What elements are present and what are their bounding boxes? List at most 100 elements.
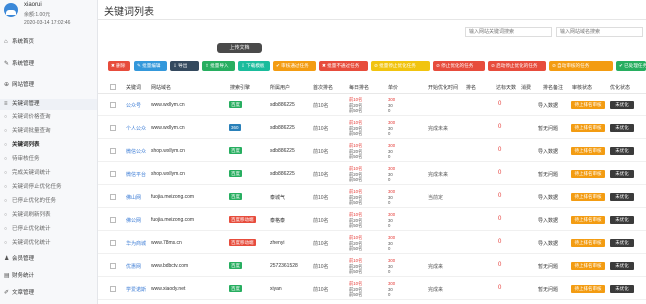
rank-tier: 前10名 — [349, 212, 363, 217]
price-cell: 300 30 0 — [388, 189, 395, 206]
first-rank-cell: 前10名 — [313, 172, 329, 178]
toolbar-button[interactable]: ⊘ 批量停止优化任务 — [371, 61, 430, 71]
circle-icon: ○ — [4, 114, 8, 120]
row-checkbox[interactable] — [110, 148, 116, 154]
column-header[interactable]: 每日排名 — [349, 84, 369, 91]
sidebar-item[interactable]: ▤ 财务统计 — [0, 271, 97, 282]
toolbar-button[interactable]: ✖ 批量不通过任务 — [319, 61, 368, 71]
row-checkbox[interactable] — [110, 125, 116, 131]
keyword-link[interactable]: 佛山网 — [126, 194, 141, 201]
sidebar-item[interactable]: ○ 关键词批量查询 — [0, 126, 97, 137]
column-header[interactable]: 单价 — [388, 84, 398, 91]
audit-status-button[interactable]: 待上排名审核 — [571, 216, 605, 224]
toolbar-button[interactable]: ✖ 删除 — [108, 61, 130, 71]
sidebar-item[interactable]: ○ 关键词停止优化任务 — [0, 182, 97, 193]
price-tier: 300 — [388, 212, 396, 217]
optimize-status-button[interactable]: 未优化 — [610, 285, 634, 293]
domain-search-input[interactable] — [556, 27, 643, 37]
column-header[interactable]: 关键词 — [126, 84, 141, 91]
column-header[interactable]: 消费 — [521, 84, 531, 91]
audit-status-button[interactable]: 待上排名审核 — [571, 124, 605, 132]
rank-tier: 前50名 — [349, 223, 363, 228]
toolbar-button[interactable]: ⇩ 下载模板 — [238, 61, 270, 71]
toolbar-button[interactable]: ⊘ 停止优化的任务 — [433, 61, 485, 71]
sidebar-item-label: 会员管理 — [12, 256, 35, 262]
days-cell: 0 — [498, 170, 502, 176]
sidebar-item[interactable]: ○ 完成关键词统计 — [0, 168, 97, 179]
optimize-status-button[interactable]: 未优化 — [610, 101, 634, 109]
keyword-link[interactable]: 优惠网 — [126, 263, 141, 270]
column-header[interactable]: 网站域名 — [151, 84, 171, 91]
column-header[interactable]: 审核状态 — [572, 84, 592, 91]
column-header[interactable]: 搜索引擎 — [230, 84, 250, 91]
sidebar-item[interactable]: ⊕ 网站管理 — [0, 80, 97, 91]
column-header[interactable]: 所属用户 — [270, 84, 290, 91]
sidebar-item[interactable]: ✎ 系统管理 — [0, 59, 97, 70]
toolbar-button[interactable]: ⇧ 批量导入 — [202, 61, 235, 71]
sidebar-item[interactable]: ✐ 文章管理 — [0, 288, 97, 299]
keyword-link[interactable]: 微信平台 — [126, 171, 146, 178]
optimize-status-button[interactable]: 未优化 — [610, 262, 634, 270]
audit-status-button[interactable]: 待上排名审核 — [571, 285, 605, 293]
optimize-status-button[interactable]: 未优化 — [610, 124, 634, 132]
sidebar-item[interactable]: ○ 已停止优化的任务 — [0, 196, 97, 207]
optimize-status-button[interactable]: 未优化 — [610, 170, 634, 178]
audit-status-button[interactable]: 待上排名审核 — [571, 170, 605, 178]
sidebar-item[interactable]: ○ 关键词刷新列表 — [0, 210, 97, 221]
sidebar-item[interactable]: ○ 待审核任务 — [0, 154, 97, 165]
sidebar-item[interactable]: ♟ 会员管理 — [0, 254, 97, 265]
toolbar-button[interactable]: ⇩ 导出 — [170, 61, 199, 71]
audit-status-button[interactable]: 待上排名审核 — [571, 262, 605, 270]
audit-status-button[interactable]: 待上排名审核 — [571, 239, 605, 247]
keyword-link[interactable]: 个人公众 — [126, 125, 146, 132]
toolbar-button[interactable]: ✔ 审核通过任务 — [273, 61, 316, 71]
rank-tier: 前50名 — [349, 200, 363, 205]
column-header[interactable]: 达标天数 — [496, 84, 516, 91]
audit-status-button[interactable]: 待上排名审核 — [571, 193, 605, 201]
keyword-link[interactable]: 微信公众 — [126, 148, 146, 155]
circle-icon: ○ — [4, 226, 8, 232]
engine-badge: 360 — [229, 124, 241, 131]
sidebar-item[interactable]: ○ 关键词列表 — [0, 140, 97, 151]
optimize-status-button[interactable]: 未优化 — [610, 239, 634, 247]
column-header[interactable]: 开始优化时间 — [428, 84, 458, 91]
toolbar-button[interactable]: ✔ 已处理任务 — [616, 61, 646, 71]
avatar[interactable] — [4, 3, 18, 17]
keyword-link[interactable]: 佛公网 — [126, 217, 141, 224]
row-checkbox[interactable] — [110, 171, 116, 177]
column-header[interactable]: 优化状态 — [610, 84, 630, 91]
keyword-link[interactable]: 学爱诺斯 — [126, 286, 146, 293]
domain-cell: fuojia.meizong.com — [151, 217, 195, 223]
optimize-status-button[interactable]: 未优化 — [610, 193, 634, 201]
sidebar-item[interactable]: ⌂ 系统首页 — [0, 37, 97, 48]
optimize-status-button[interactable]: 未优化 — [610, 147, 634, 155]
sidebar-item[interactable]: ○ 已停止优化统计 — [0, 224, 97, 235]
optimize-status-button[interactable]: 未优化 — [610, 216, 634, 224]
sidebar-item[interactable]: ○ 关键词价格查询 — [0, 112, 97, 123]
audit-status-button[interactable]: 待上排名审核 — [571, 101, 605, 109]
column-header[interactable]: 排名 — [466, 84, 476, 91]
start-time-cell: 完成来 — [428, 264, 444, 270]
keyword-link[interactable]: 华为商城 — [126, 240, 146, 247]
sidebar-item[interactable]: ○ 关键词优化统计 — [0, 238, 97, 249]
row-checkbox[interactable] — [110, 240, 116, 246]
row-checkbox[interactable] — [110, 102, 116, 108]
toolbar-button[interactable]: ⊘ 自动审核的任务 — [549, 61, 613, 71]
keyword-search-input[interactable] — [465, 27, 552, 37]
sidebar-item-label: 待审核任务 — [12, 156, 40, 162]
row-checkbox[interactable] — [110, 286, 116, 292]
price-cell: 300 30 0 — [388, 281, 395, 298]
sidebar-item[interactable]: ≡ 关键词管理 — [0, 99, 97, 110]
column-header[interactable]: 排名备注 — [543, 84, 563, 91]
toolbar-button[interactable]: ✎ 批量编辑 — [134, 61, 167, 71]
row-checkbox[interactable] — [110, 217, 116, 223]
row-checkbox[interactable] — [110, 263, 116, 269]
column-header[interactable]: 首次排名 — [313, 84, 333, 91]
toolbar-button[interactable]: ⊘ 启动停止优化的任务 — [488, 61, 546, 71]
audit-status-button[interactable]: 待上排名审核 — [571, 147, 605, 155]
sidebar-item-label: 关键词优化统计 — [12, 240, 51, 246]
upload-document-button[interactable]: 上传文档 — [217, 43, 262, 53]
row-checkbox[interactable] — [110, 194, 116, 200]
keyword-link[interactable]: 公众号 — [126, 102, 141, 109]
select-all-checkbox[interactable] — [110, 84, 116, 90]
